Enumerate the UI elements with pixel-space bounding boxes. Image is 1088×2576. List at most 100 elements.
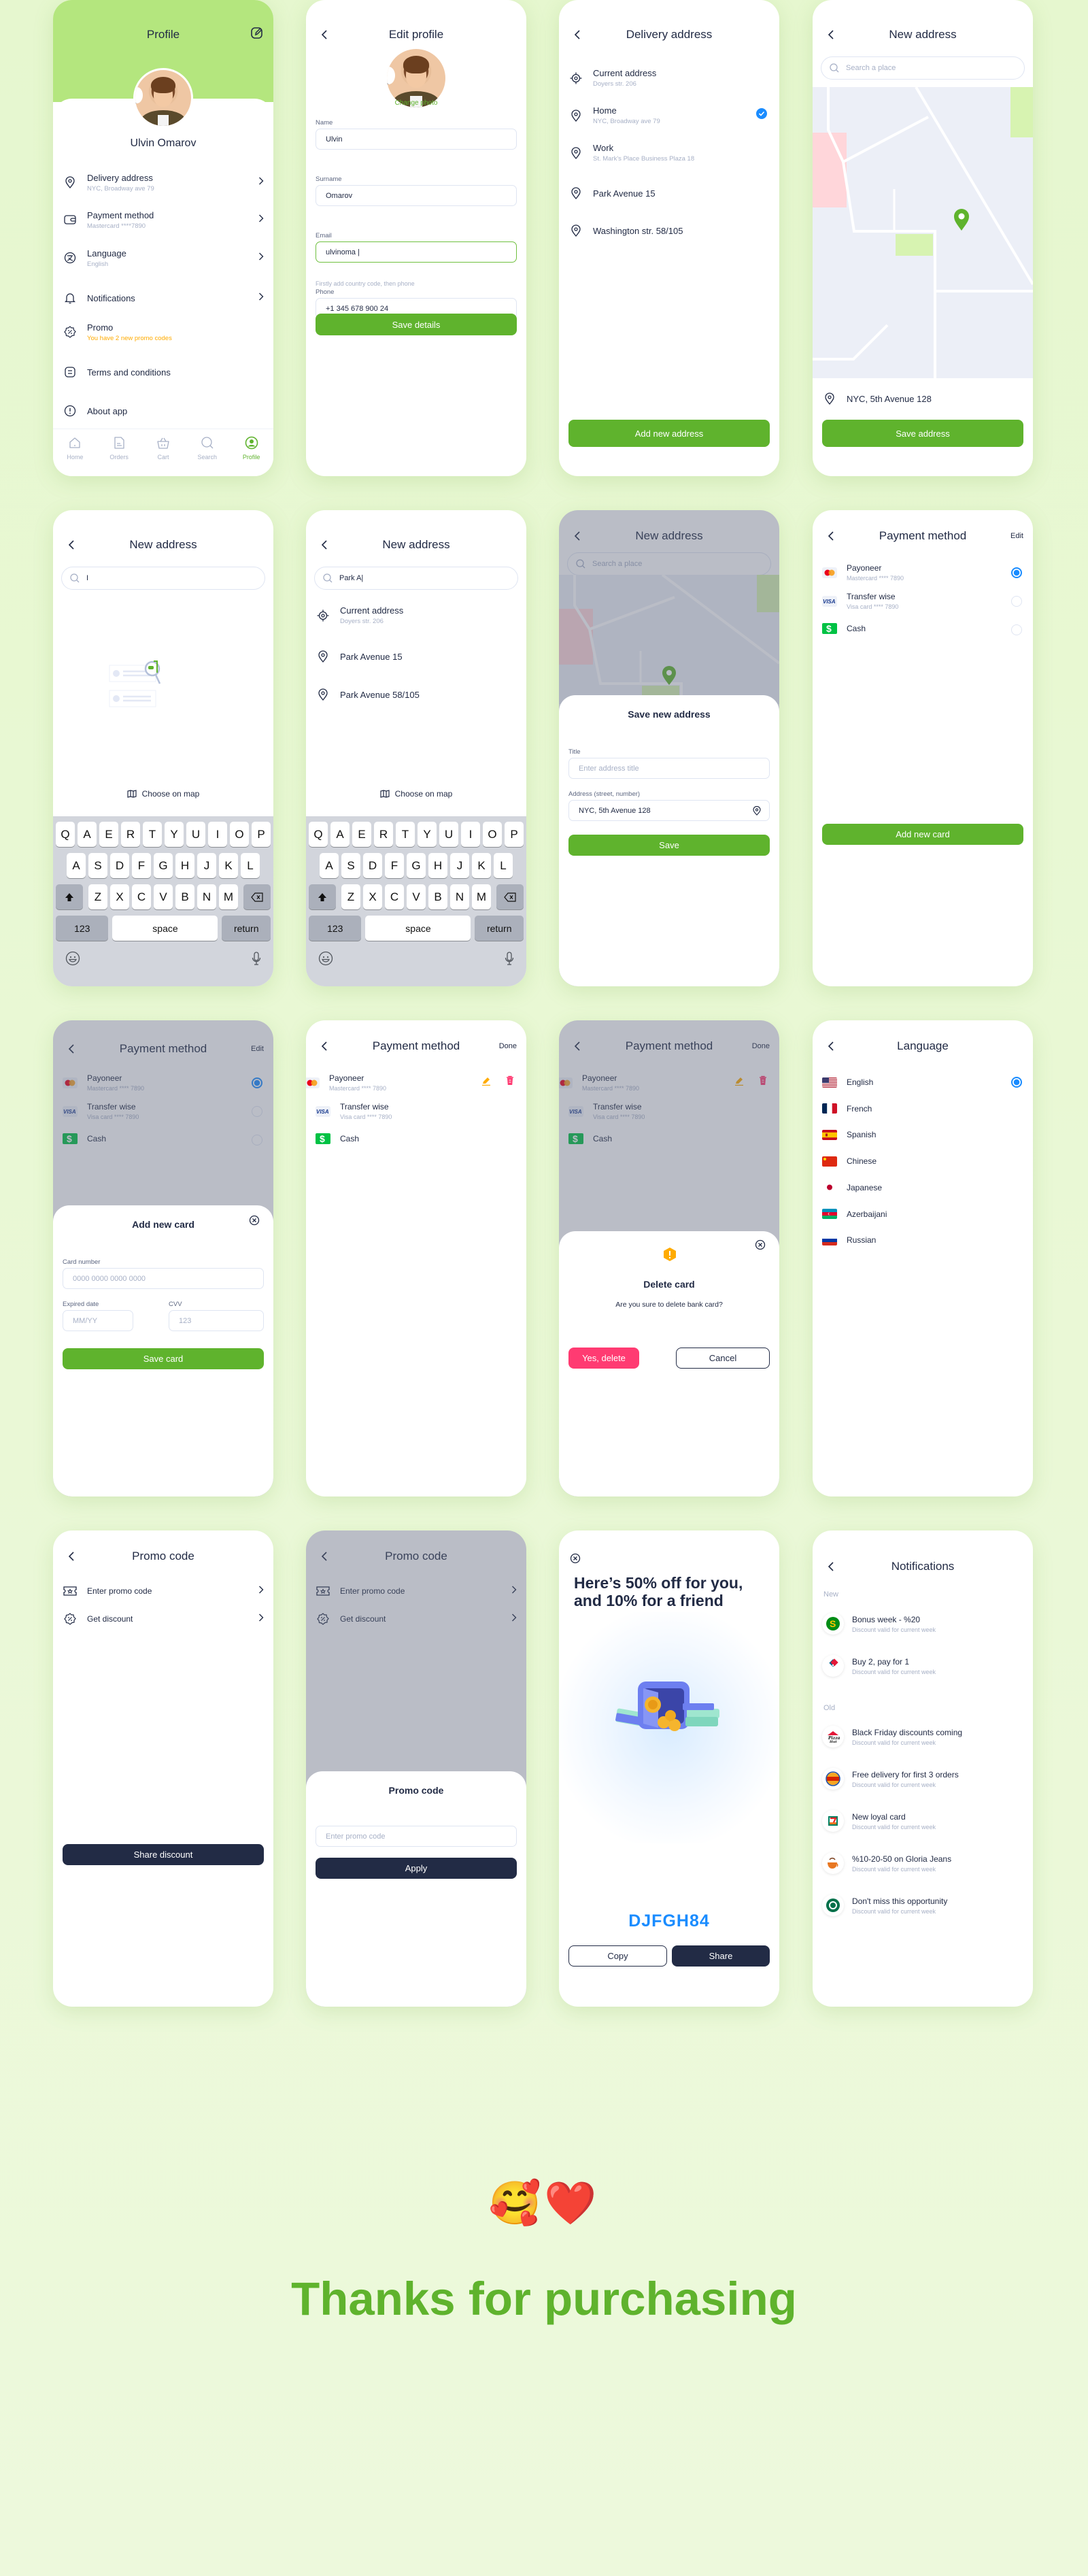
key[interactable]: F	[132, 853, 151, 878]
edit-icon[interactable]	[250, 26, 264, 47]
key[interactable]: space	[365, 916, 471, 941]
key[interactable]: J	[197, 853, 216, 878]
address-item[interactable]: Park Avenue 15	[568, 186, 770, 201]
payment-method-item[interactable]: $ Cash	[316, 1133, 517, 1144]
address-item[interactable]: Work St. Mark's Place Business Plaza 18	[568, 143, 770, 163]
back-button[interactable]	[316, 535, 333, 555]
language-item[interactable]: Chinese	[822, 1154, 1023, 1169]
cancel-button[interactable]: Cancel	[676, 1348, 770, 1369]
key[interactable]: P	[252, 822, 271, 847]
edit-button[interactable]: Edit	[1010, 526, 1023, 546]
promo-code-input[interactable]: Enter promo code	[316, 1826, 517, 1847]
profile-menu-item[interactable]: Language English	[63, 246, 264, 270]
back-button[interactable]	[316, 1036, 333, 1056]
search-input[interactable]: Search a place	[821, 56, 1025, 80]
avatar[interactable]	[133, 68, 193, 128]
back-button[interactable]	[822, 1556, 840, 1577]
choose-on-map-button[interactable]: Choose on map	[53, 789, 273, 799]
back-button[interactable]	[822, 1036, 840, 1056]
key[interactable]: A	[67, 853, 86, 878]
notification-item[interactable]: Free delivery for first 3 orders Discoun…	[822, 1768, 1023, 1790]
microphone-icon[interactable]	[252, 951, 261, 969]
key[interactable]: V	[407, 884, 426, 909]
key[interactable]: A	[320, 853, 339, 878]
key[interactable]: J	[450, 853, 469, 878]
shift-key[interactable]	[56, 884, 83, 909]
key[interactable]: Z	[341, 884, 360, 909]
search-input[interactable]: Park A|	[314, 567, 518, 590]
profile-menu-item[interactable]: Terms and conditions	[63, 360, 264, 384]
location-pin-icon[interactable]	[753, 805, 761, 816]
profile-menu-item[interactable]: Promo You have 2 new promo codes	[63, 320, 264, 344]
key[interactable]: T	[396, 822, 415, 847]
emoji-icon[interactable]	[318, 951, 333, 969]
close-icon[interactable]	[570, 1553, 581, 1567]
back-button[interactable]	[822, 24, 840, 45]
key[interactable]: V	[154, 884, 173, 909]
backspace-key[interactable]	[243, 884, 271, 909]
payment-method-item[interactable]: $ Cash	[822, 623, 1023, 635]
profile-menu-item[interactable]: Notifications	[63, 286, 264, 310]
share-button[interactable]: Share	[672, 1945, 770, 1967]
key[interactable]: I	[208, 822, 227, 847]
radio-button[interactable]	[1011, 567, 1022, 578]
language-item[interactable]: English	[822, 1075, 1023, 1090]
key[interactable]: E	[99, 822, 118, 847]
nav-item-profile[interactable]: Profile	[235, 436, 269, 476]
key[interactable]: S	[341, 853, 360, 878]
notification-item[interactable]: S Bonus week - %20 Discount valid for cu…	[822, 1613, 1023, 1635]
address-title-input[interactable]: Enter address title	[568, 758, 770, 779]
pencil-icon[interactable]	[481, 1076, 491, 1089]
back-button[interactable]	[568, 24, 586, 45]
payment-method-item[interactable]: Payoneer Mastercard **** 7890	[306, 1073, 517, 1092]
add-new-address-button[interactable]: Add new address	[568, 420, 770, 447]
copy-button[interactable]: Copy	[568, 1945, 667, 1967]
promo-code-value[interactable]: DJFGH84	[559, 1911, 779, 1931]
emoji-icon[interactable]	[65, 951, 80, 969]
change-photo-link[interactable]: Change photo	[306, 99, 526, 107]
save-button[interactable]: Save	[568, 835, 770, 856]
key[interactable]: R	[121, 822, 140, 847]
key[interactable]: Q	[309, 822, 328, 847]
search-input[interactable]: I	[61, 567, 265, 590]
email-input[interactable]: ulvinoma |	[316, 241, 517, 263]
close-icon[interactable]	[249, 1215, 260, 1229]
key[interactable]: N	[197, 884, 216, 909]
key[interactable]: I	[461, 822, 480, 847]
search-result-item[interactable]: Current address Doyers str. 206	[316, 605, 517, 625]
key[interactable]: G	[154, 853, 173, 878]
key[interactable]: C	[132, 884, 151, 909]
back-button[interactable]	[316, 24, 333, 45]
key[interactable]: C	[385, 884, 404, 909]
key[interactable]: N	[450, 884, 469, 909]
apply-button[interactable]: Apply	[316, 1858, 517, 1879]
keyboard[interactable]: Q A E R T Y U I O P A S D F G H J K L Z X C V B N M 123 space return	[306, 816, 526, 986]
key[interactable]: K	[472, 853, 491, 878]
key[interactable]: L	[494, 853, 513, 878]
key[interactable]: D	[110, 853, 129, 878]
profile-menu-item[interactable]: About app	[63, 399, 264, 423]
language-item[interactable]: French	[822, 1101, 1023, 1116]
key[interactable]: U	[439, 822, 458, 847]
backspace-key[interactable]	[496, 884, 524, 909]
close-icon[interactable]	[755, 1239, 766, 1254]
add-new-card-button[interactable]: Add new card	[822, 824, 1023, 845]
key[interactable]: H	[428, 853, 447, 878]
key[interactable]: K	[219, 853, 238, 878]
key[interactable]: A	[78, 822, 97, 847]
save-card-button[interactable]: Save card	[63, 1348, 264, 1369]
name-input[interactable]: Ulvin	[316, 129, 517, 150]
key[interactable]: T	[143, 822, 162, 847]
key[interactable]: D	[363, 853, 382, 878]
save-address-button[interactable]: Save address	[822, 420, 1023, 447]
key[interactable]: O	[230, 822, 249, 847]
promo-option[interactable]: Enter promo code	[63, 1584, 264, 1599]
back-button[interactable]	[63, 1546, 80, 1567]
trash-icon[interactable]	[506, 1075, 514, 1089]
key[interactable]: 123	[56, 916, 109, 941]
language-item[interactable]: Japanese	[822, 1180, 1023, 1195]
radio-button[interactable]	[1011, 1077, 1022, 1088]
address-item[interactable]: Washington str. 58/105	[568, 223, 770, 238]
address-input[interactable]: NYC, 5th Avenue 128	[568, 800, 770, 821]
key[interactable]: Z	[88, 884, 107, 909]
